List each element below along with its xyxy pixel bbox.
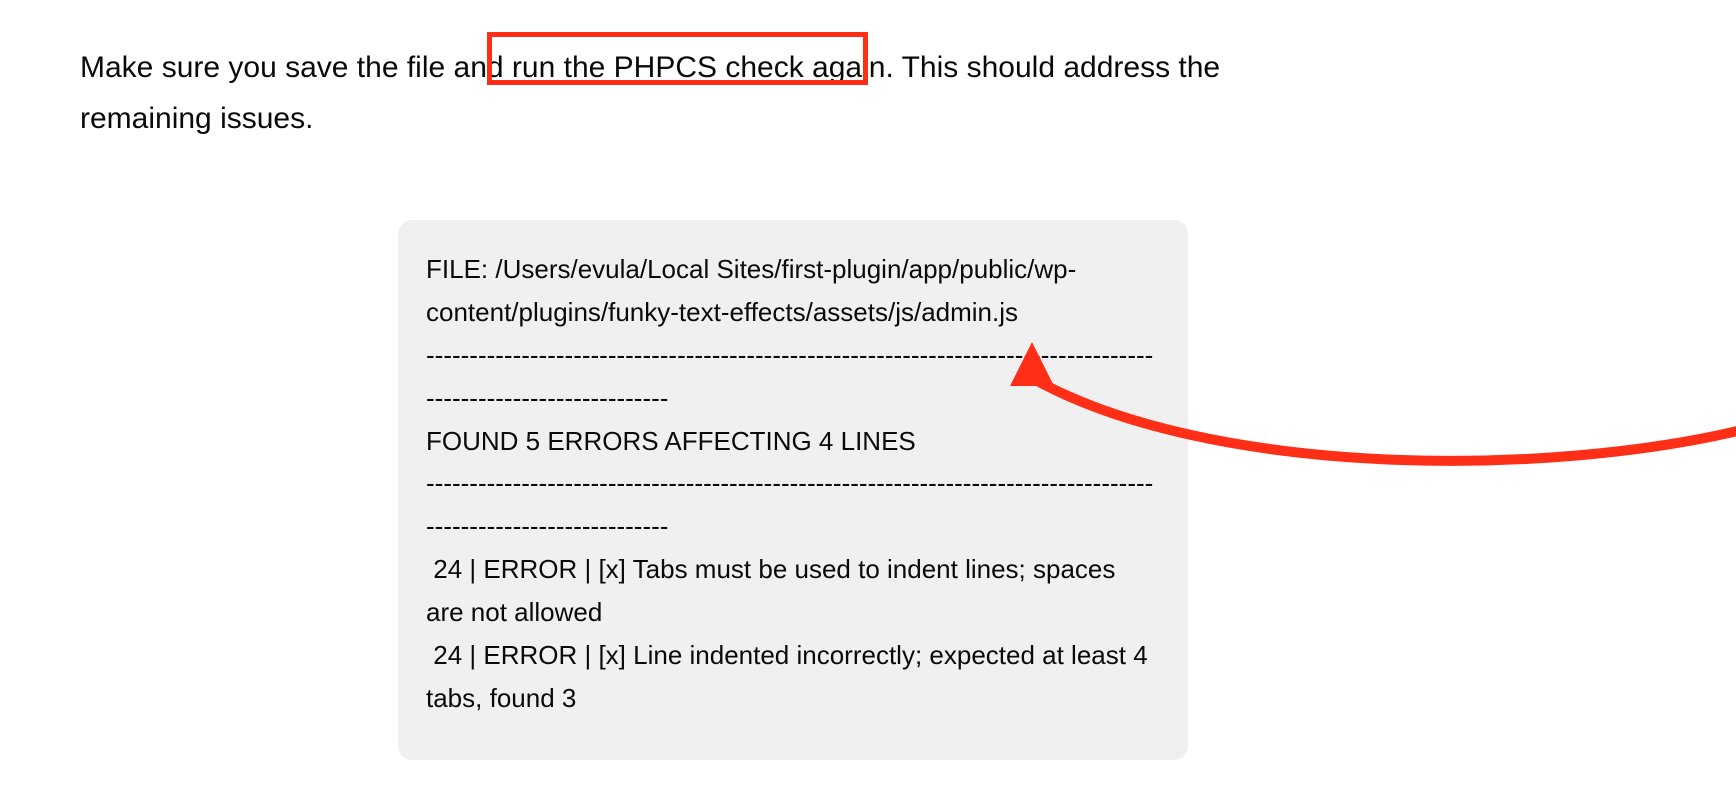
code-divider: ----------------------------------------…: [426, 462, 1160, 548]
code-error-line: 24 | ERROR | [x] Tabs must be used to in…: [426, 548, 1160, 634]
instruction-highlighted: run the PHPCS check again.: [512, 51, 894, 84]
code-summary: FOUND 5 ERRORS AFFECTING 4 LINES: [426, 420, 1160, 463]
code-file-path: FILE: /Users/evula/Local Sites/first-plu…: [426, 248, 1160, 334]
code-divider: ----------------------------------------…: [426, 334, 1160, 420]
instruction-before: Make sure you save the file and: [80, 51, 512, 84]
instruction-paragraph: Make sure you save the file and run the …: [80, 42, 1360, 144]
terminal-output-block: FILE: /Users/evula/Local Sites/first-plu…: [398, 220, 1188, 760]
code-error-line: 24 | ERROR | [x] Line indented incorrect…: [426, 634, 1160, 720]
